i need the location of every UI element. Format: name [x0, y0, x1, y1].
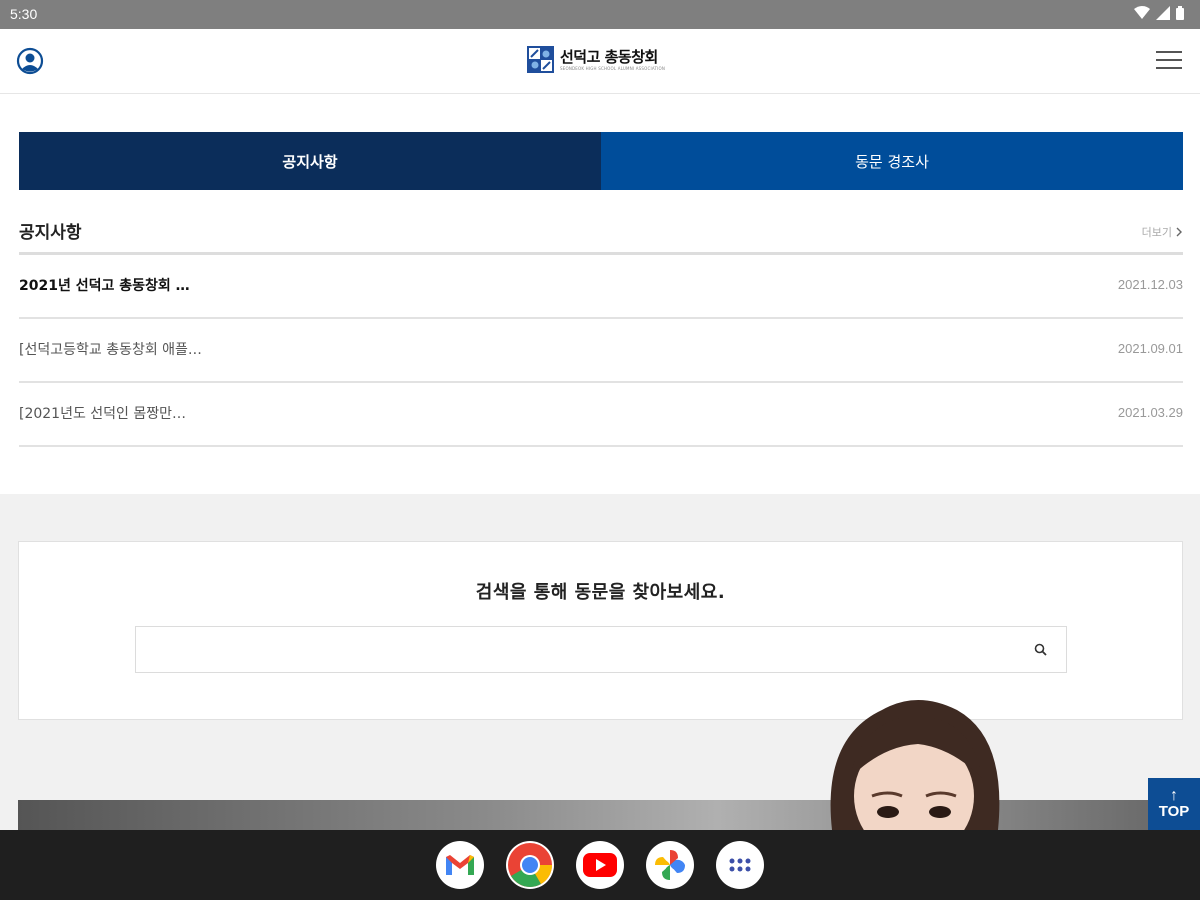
notice-section: 공지사항 동문 경조사 공지사항 더보기 2021년 선덕고 총동창회 … 20…	[0, 94, 1200, 494]
app-drawer-icon	[729, 858, 751, 872]
gmail-icon	[446, 855, 474, 875]
logo-emblem-icon	[527, 46, 554, 73]
logo-title: 선덕고 총동창회	[560, 48, 658, 66]
notice-title: 2021년 선덕고 총동창회 …	[19, 278, 190, 294]
signal-icon	[1156, 6, 1170, 20]
tab-alumni-events[interactable]: 동문 경조사	[601, 132, 1183, 190]
logo-subtitle: SEONDEOK HIGH SCHOOL ALUMNI ASSOCIATION	[560, 66, 666, 71]
search-heading: 검색을 통해 동문을 찾아보세요.	[475, 582, 726, 603]
status-bar: 5:30	[0, 0, 1200, 29]
search-icon	[1034, 643, 1047, 656]
notice-item[interactable]: 2021년 선덕고 총동창회 … 2021.12.03	[19, 255, 1183, 319]
chevron-right-icon	[1176, 227, 1182, 237]
notice-item[interactable]: [2021년도 선덕인 몸짱만… 2021.03.29	[19, 383, 1183, 447]
photos-app[interactable]	[646, 841, 694, 889]
menu-button[interactable]	[1156, 49, 1182, 71]
more-link[interactable]: 더보기	[1142, 224, 1183, 240]
youtube-icon	[583, 853, 617, 877]
youtube-app[interactable]	[576, 841, 624, 889]
notice-title: [2021년도 선덕인 몸짱만…	[19, 406, 187, 422]
scroll-top-button[interactable]: ↑ TOP	[1148, 778, 1200, 830]
gmail-app[interactable]	[436, 841, 484, 889]
user-icon	[16, 47, 44, 75]
alumni-search-card: 검색을 통해 동문을 찾아보세요.	[18, 541, 1183, 720]
notice-item[interactable]: [선덕고등학교 총동창회 애플… 2021.09.01	[19, 319, 1183, 383]
chrome-app[interactable]	[506, 841, 554, 889]
wifi-icon	[1134, 6, 1150, 19]
profile-button[interactable]	[16, 47, 44, 75]
person-illustration	[830, 700, 1000, 830]
search-input[interactable]	[136, 627, 1016, 672]
notice-date: 2021.09.01	[1117, 341, 1183, 356]
battery-icon	[1176, 6, 1184, 20]
notice-date: 2021.03.29	[1117, 405, 1183, 420]
search-button[interactable]	[1032, 641, 1050, 659]
app-drawer[interactable]	[716, 841, 764, 889]
logo[interactable]: 선덕고 총동창회 SEONDEOK HIGH SCHOOL ALUMNI ASS…	[527, 46, 665, 73]
tab-notice[interactable]: 공지사항	[19, 132, 601, 190]
notice-list: 2021년 선덕고 총동창회 … 2021.12.03 [선덕고등학교 총동창회…	[19, 255, 1183, 447]
status-time: 5:30	[10, 6, 38, 22]
app-header: 선덕고 총동창회 SEONDEOK HIGH SCHOOL ALUMNI ASS…	[0, 29, 1200, 94]
notice-date: 2021.12.03	[1117, 277, 1183, 292]
hamburger-menu-icon	[1156, 51, 1182, 69]
promo-banner[interactable]	[18, 800, 1183, 830]
chrome-icon	[508, 843, 552, 887]
top-label: TOP	[1158, 802, 1190, 820]
more-label: 더보기	[1141, 226, 1172, 239]
arrow-up-icon: ↑	[1170, 786, 1178, 804]
section-title: 공지사항	[19, 223, 82, 243]
status-icons	[1134, 6, 1184, 20]
notice-title: [선덕고등학교 총동창회 애플…	[19, 342, 202, 358]
tab-bar: 공지사항 동문 경조사	[19, 132, 1183, 190]
app-dock	[0, 830, 1200, 900]
search-box	[135, 626, 1067, 673]
photos-icon	[655, 850, 685, 880]
